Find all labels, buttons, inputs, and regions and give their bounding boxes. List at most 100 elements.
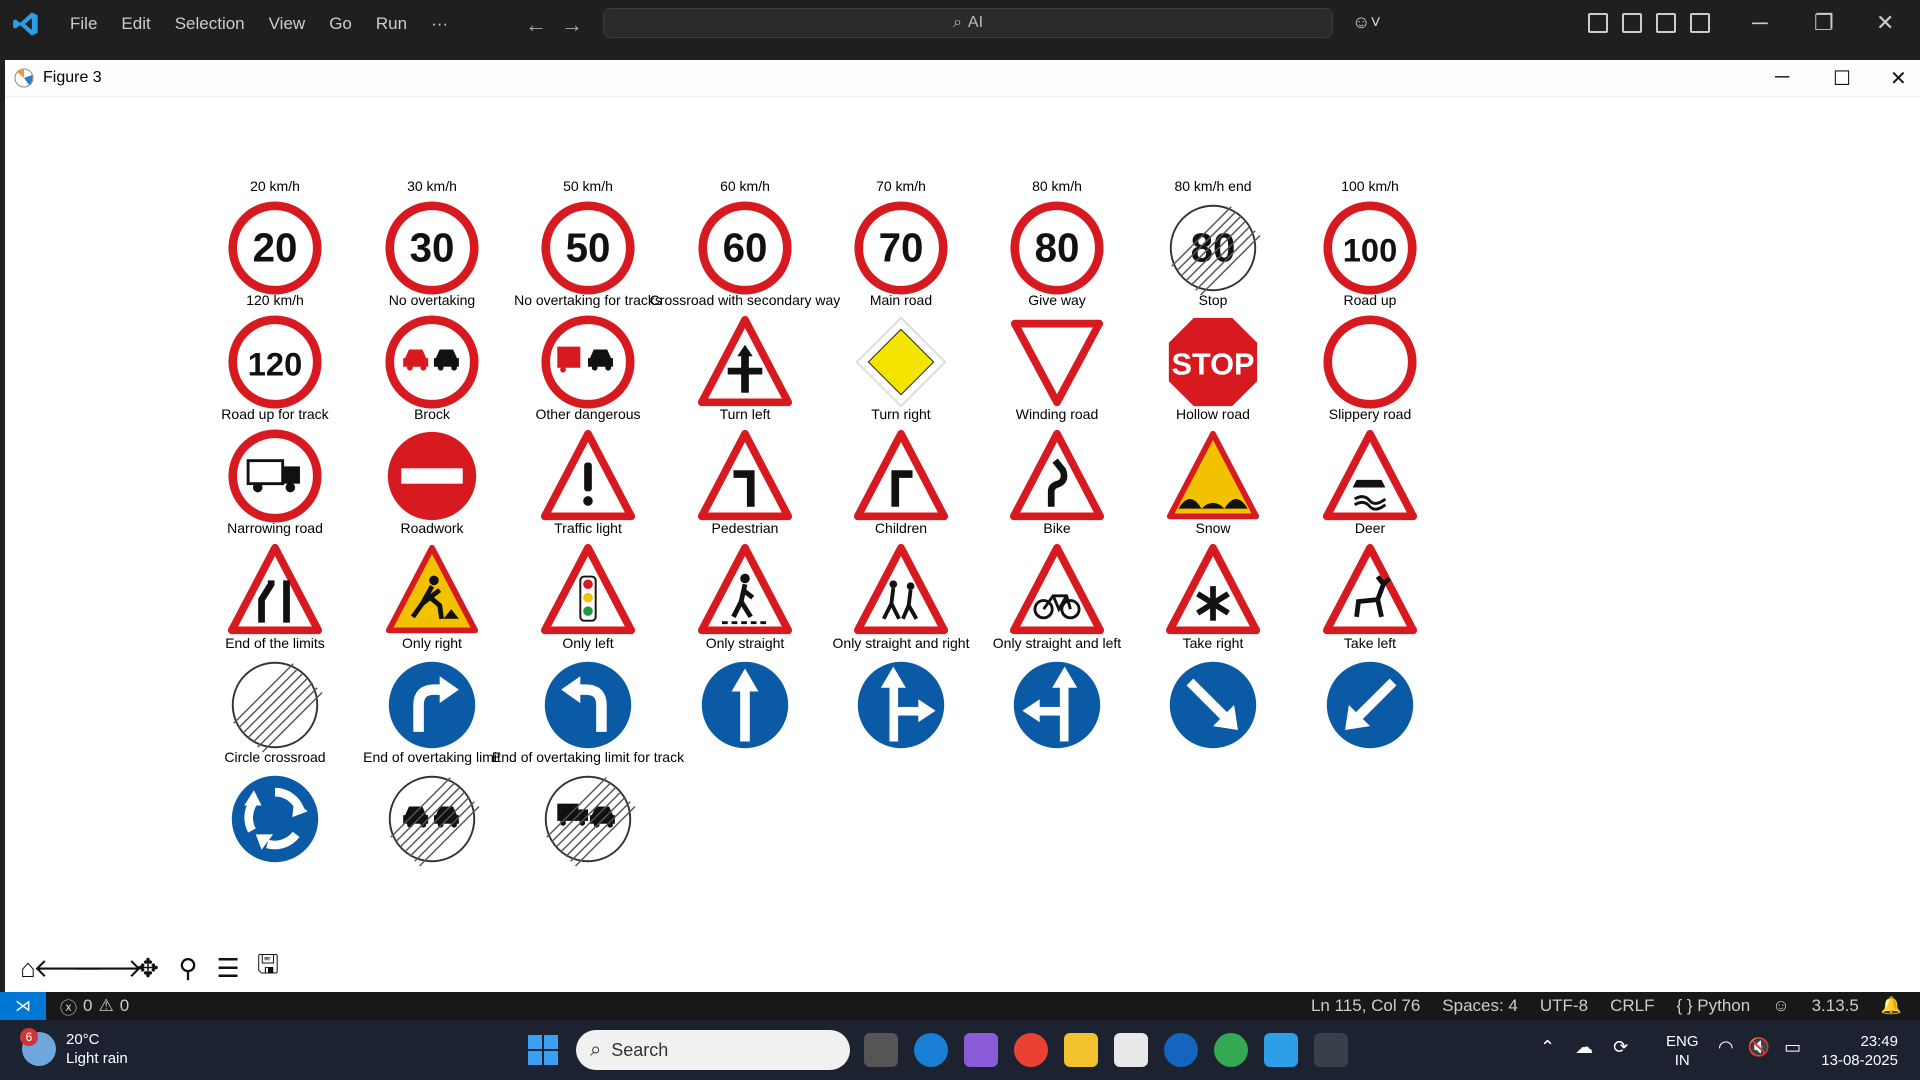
sign-cell: Brock	[342, 406, 522, 524]
menu-run[interactable]: Run	[364, 14, 419, 34]
command-search-box[interactable]: ⌕ AI	[603, 8, 1333, 38]
zoom-icon[interactable]: ⚲	[173, 953, 203, 983]
sign-cell: 100 km/h 100	[1280, 178, 1460, 296]
figure-minimize-icon[interactable]: ─	[1775, 66, 1789, 89]
taskbar-search-icon: ⌕	[590, 1038, 602, 1061]
sign-cell: Only straight	[655, 635, 835, 753]
chrome-icon[interactable]	[1014, 1033, 1048, 1067]
vscode-taskbar-icon[interactable]	[1264, 1033, 1298, 1067]
sign-cell: End of the limits	[185, 635, 365, 753]
customize-layout-icon[interactable]	[1588, 13, 1608, 33]
copilot-icon[interactable]: ☺˅	[1352, 12, 1381, 33]
sign-cell: Slippery road	[1280, 406, 1460, 524]
figure-title: Figure 3	[43, 69, 102, 86]
pan-icon[interactable]: ✥	[133, 953, 163, 983]
taskbar-search-label: Search	[611, 1039, 669, 1060]
tri-exclaim-sign-icon	[540, 429, 636, 521]
task-view-icon[interactable]	[864, 1033, 898, 1067]
onedrive-icon[interactable]: ☁	[1575, 1037, 1593, 1058]
sign-cell: Roadwork	[342, 520, 522, 638]
sign-cell: Deer	[1280, 520, 1460, 638]
language-mode[interactable]: { } Python	[1676, 996, 1750, 1016]
vscode-titlebar: File Edit Selection View Go Run ··· ← → …	[0, 0, 1920, 48]
store-icon[interactable]	[1114, 1033, 1148, 1067]
edge-icon[interactable]	[914, 1033, 948, 1067]
sync-icon[interactable]: ⟳	[1613, 1037, 1628, 1058]
end-no-overtaking-trucks-sign-icon	[544, 775, 636, 867]
give-way-sign-icon	[1010, 319, 1104, 407]
sign-cell: Snow	[1123, 520, 1303, 638]
encoding[interactable]: UTF-8	[1540, 996, 1588, 1016]
minimize-icon[interactable]: ─	[1752, 10, 1768, 36]
python-figure-taskbar-icon[interactable]	[1314, 1033, 1348, 1067]
indentation[interactable]: Spaces: 4	[1442, 996, 1518, 1016]
save-icon[interactable]: 🖫	[253, 949, 283, 983]
tri-children-sign-icon	[853, 543, 949, 635]
blue-right-sign-icon	[386, 659, 478, 751]
command-search-text: AI	[967, 14, 984, 31]
figure-maximize-icon[interactable]: ☐	[1833, 66, 1851, 91]
remote-icon[interactable]: ⋊	[0, 992, 46, 1020]
stop-sign-icon: STOP	[1168, 317, 1258, 407]
speed-sign-icon: 30	[385, 201, 479, 295]
back-arrow-icon[interactable]: ←	[525, 12, 547, 38]
clock[interactable]: 23:49 13-08-2025	[1821, 1032, 1898, 1070]
hp-icon[interactable]	[1164, 1033, 1198, 1067]
end-no-overtaking-sign-icon	[388, 775, 480, 867]
menu-selection[interactable]: Selection	[163, 14, 257, 34]
copilot-status-icon[interactable]: ☺	[1772, 996, 1789, 1016]
chrome-profile-icon[interactable]	[1214, 1033, 1248, 1067]
sign-cell: End of overtaking limit	[342, 749, 522, 867]
file-explorer-icon[interactable]	[1064, 1033, 1098, 1067]
sign-cell: Road up	[1280, 292, 1460, 410]
speed-sign-icon: 80	[1010, 201, 1104, 295]
menu-edit[interactable]: Edit	[109, 14, 162, 34]
status-bar: ⋊ ⓧ 0 ⚠ 0 Ln 115, Col 76 Spaces: 4 UTF-8…	[0, 992, 1920, 1020]
sign-cell: Give way	[967, 292, 1147, 410]
tri-turn-left-sign-icon	[697, 429, 793, 521]
copilot-app-icon[interactable]	[964, 1033, 998, 1067]
problems-indicator[interactable]: ⓧ 0 ⚠ 0	[60, 994, 129, 1019]
figure-close-icon[interactable]: ✕	[1890, 66, 1907, 91]
menu-view[interactable]: View	[257, 14, 318, 34]
system-icons[interactable]: ◠ 🔇 ▭	[1718, 1037, 1801, 1058]
restore-icon[interactable]: ❐	[1814, 10, 1834, 36]
weather-widget[interactable]: 6 20°C Light rain	[20, 1028, 128, 1068]
chevron-up-icon[interactable]: ⌃	[1540, 1037, 1555, 1058]
start-button-icon[interactable]	[528, 1035, 558, 1065]
sign-cell: Only straight and right	[811, 635, 991, 753]
close-icon[interactable]: ✕	[1876, 10, 1894, 36]
error-count: 0	[83, 996, 93, 1015]
clock-time: 23:49	[1860, 1033, 1898, 1050]
speed-sign-icon: 20	[228, 201, 322, 295]
sign-label: Deer	[1354, 520, 1386, 536]
python-version[interactable]: 3.13.5	[1812, 996, 1859, 1016]
language-indicator[interactable]: ENG IN	[1666, 1032, 1699, 1070]
weather-temp: 20°C	[66, 1031, 100, 1048]
tri-narrowing-sign-icon	[227, 543, 323, 635]
weather-rain-icon: 6	[20, 1028, 56, 1066]
sign-cell: 60 km/h 60	[655, 178, 835, 296]
speed-sign-icon: 120	[228, 315, 322, 409]
line-ending[interactable]: CRLF	[1610, 996, 1654, 1016]
forward-icon[interactable]: 🡒	[73, 953, 143, 983]
toggle-sidebar-icon[interactable]	[1622, 13, 1642, 33]
end-limits-sign-icon	[231, 661, 323, 753]
sign-cell: Winding road	[967, 406, 1147, 524]
configure-subplots-icon[interactable]: ☰	[213, 953, 243, 983]
toggle-panel-icon[interactable]	[1656, 13, 1676, 33]
svg-text:60: 60	[723, 224, 768, 270]
toggle-secondary-sidebar-icon[interactable]	[1690, 13, 1710, 33]
no-entry-sign-icon	[387, 431, 477, 521]
forward-arrow-icon[interactable]: →	[561, 12, 583, 38]
sign-cell: 70 km/h 70	[811, 178, 991, 296]
menu-file[interactable]: File	[58, 14, 109, 34]
sign-cell: Main road	[811, 292, 991, 410]
sign-cell: 50 km/h 50	[498, 178, 678, 296]
notifications-icon[interactable]: 🔔	[1881, 996, 1902, 1016]
menu-more[interactable]: ···	[419, 14, 460, 34]
taskbar-search[interactable]: ⌕ Search	[576, 1030, 850, 1070]
sign-cell: Traffic light	[498, 520, 678, 638]
cursor-position[interactable]: Ln 115, Col 76	[1311, 996, 1420, 1016]
menu-go[interactable]: Go	[317, 14, 364, 34]
